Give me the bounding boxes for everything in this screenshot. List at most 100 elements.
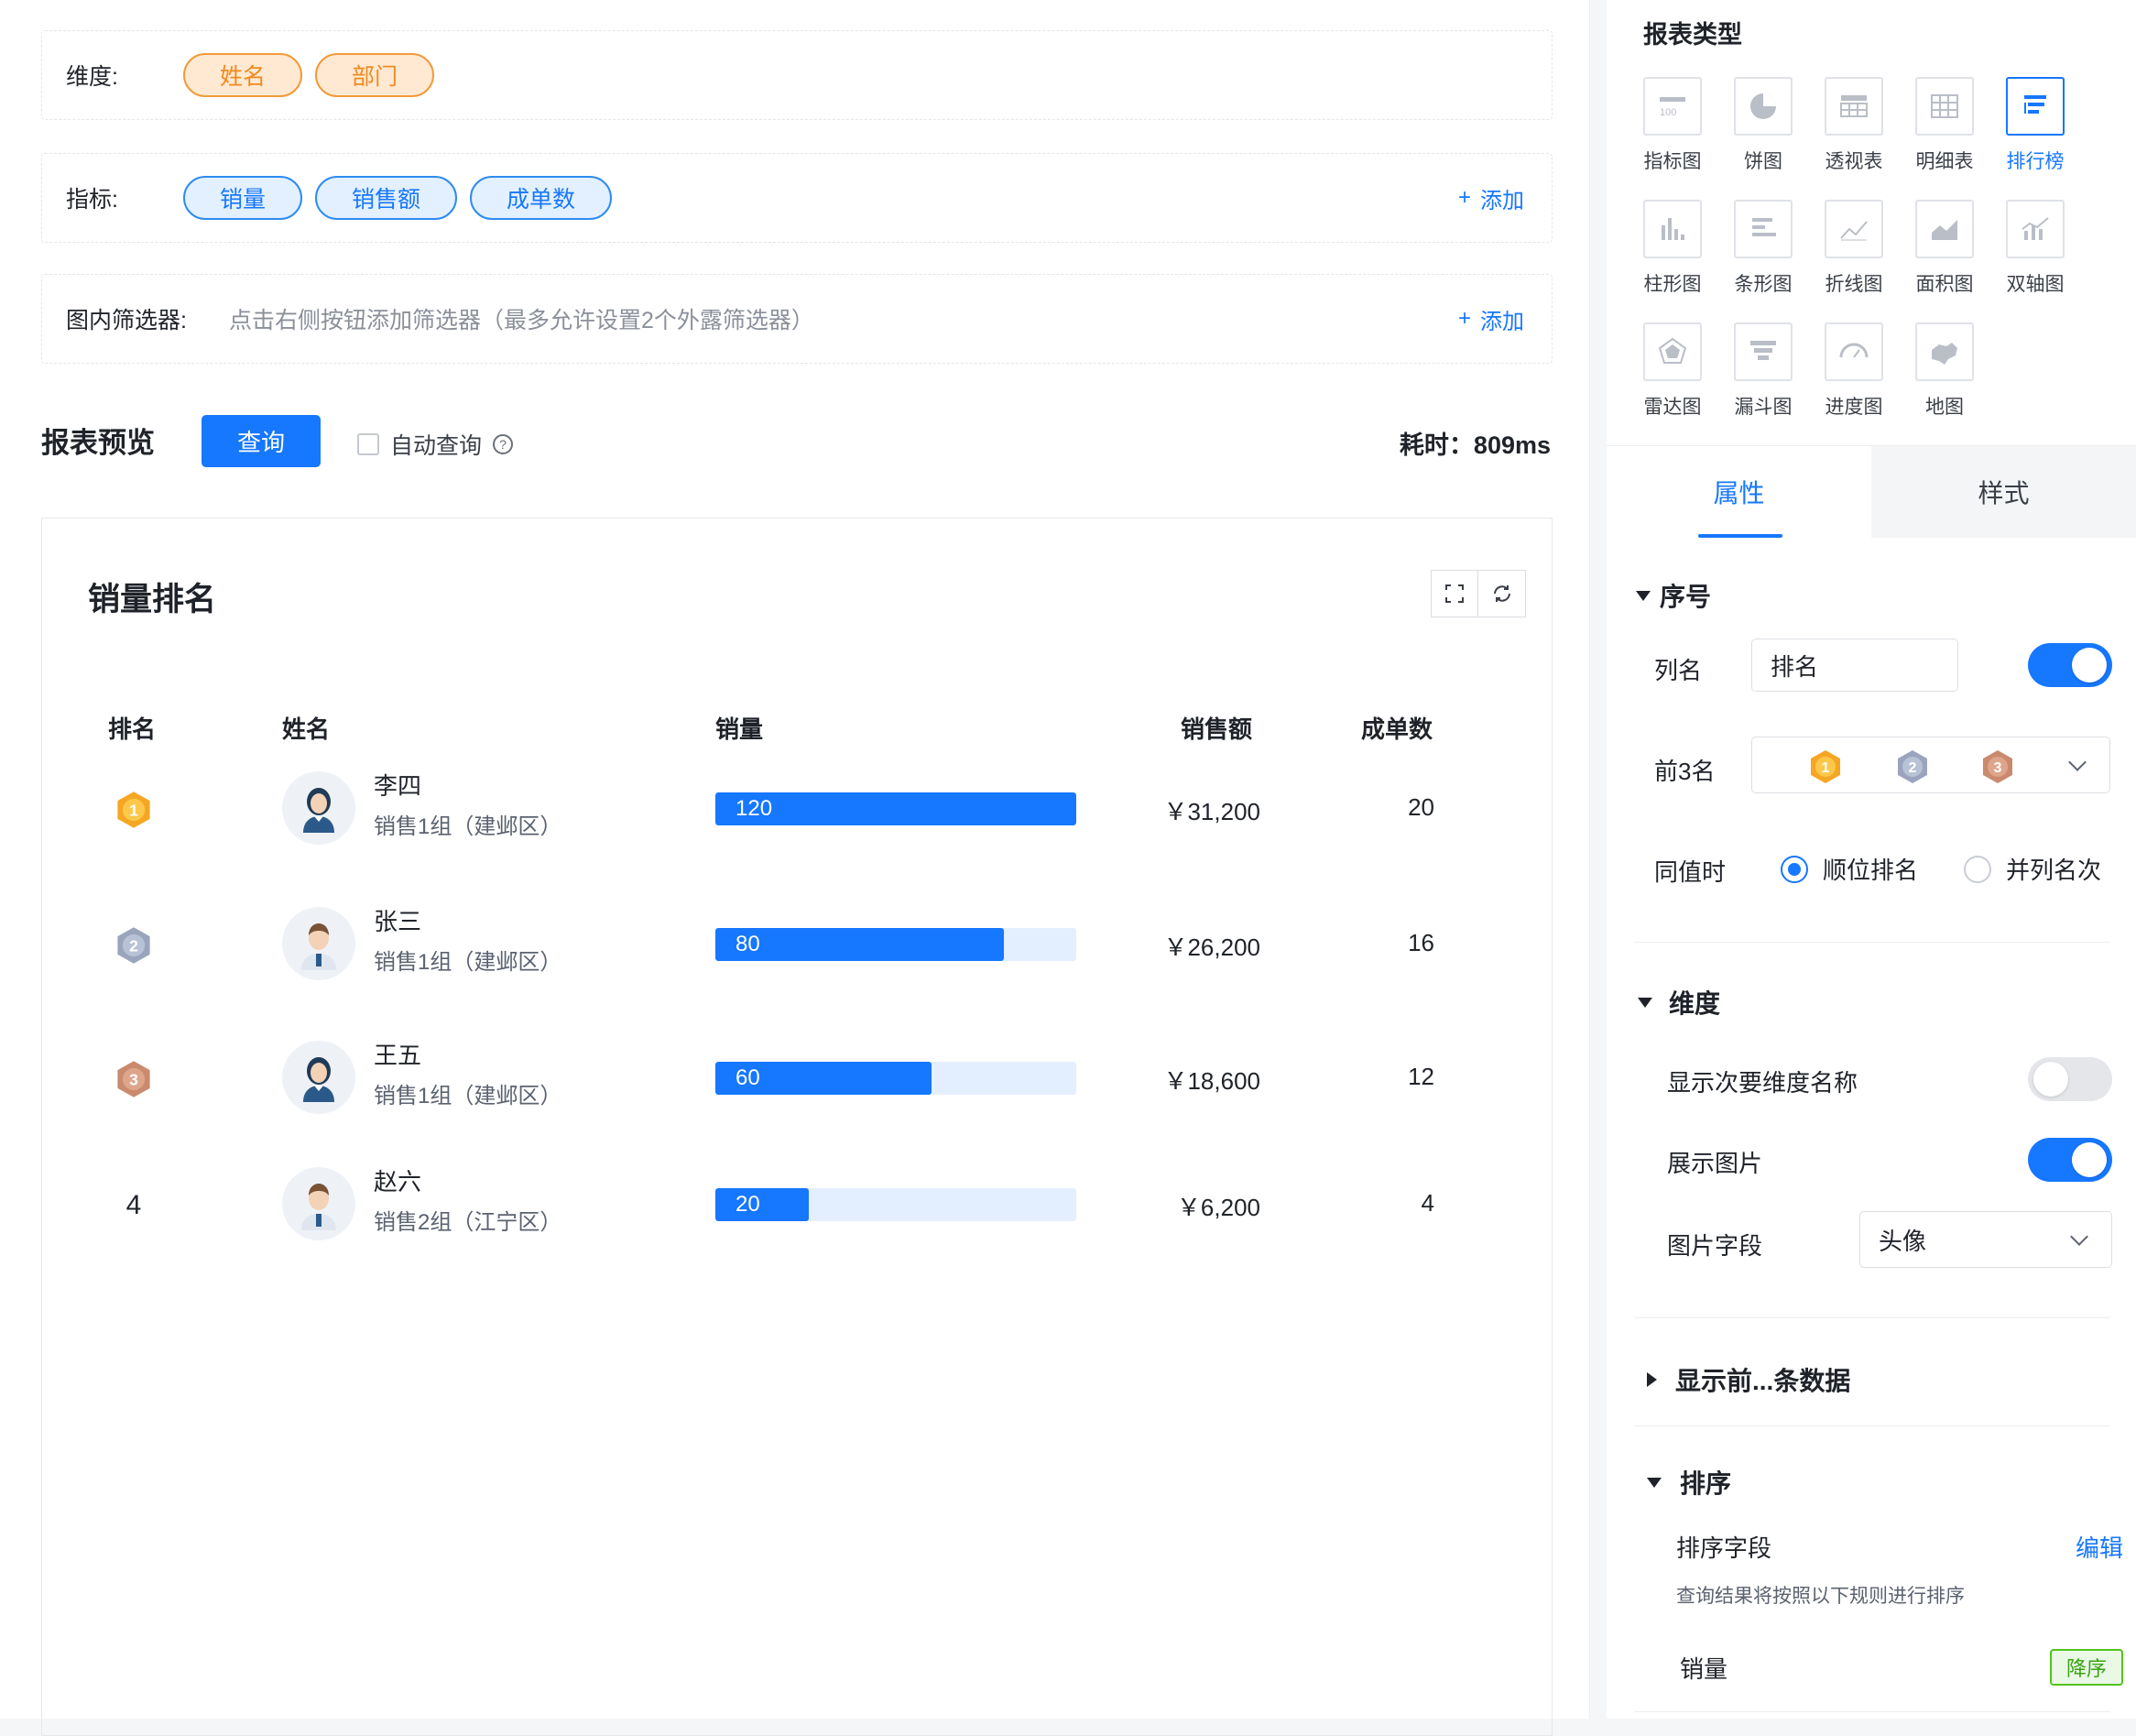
table-row: 3 王五 销售1组（建邺区） 60 ￥18,600 12 <box>42 1024 1553 1134</box>
bronze-medal-icon: 3 <box>1979 748 2016 792</box>
sales-value: 80 <box>736 932 760 956</box>
bar-chart-icon <box>1734 200 1793 258</box>
sales-bar-track: 20 <box>715 1188 1076 1221</box>
section-sort[interactable]: 排序 <box>1647 1464 1731 1501</box>
metrics-add-button[interactable]: + 添加 <box>1458 182 1524 214</box>
section-top-n[interactable]: 显示前...条数据 <box>1647 1361 1850 1398</box>
tie-option-parallel[interactable]: 并列名次 <box>1964 852 2101 886</box>
show-image-toggle[interactable] <box>2028 1138 2112 1182</box>
sort-description: 查询结果将按照以下规则进行排序 <box>1676 1586 1965 1607</box>
orders-value: 4 <box>1421 1189 1434 1217</box>
report-type-label: 排行榜 <box>2006 151 2065 172</box>
report-type-bar-chart[interactable]: 条形图 <box>1722 200 1804 297</box>
report-type-label: 折线图 <box>1825 274 1883 295</box>
auto-query-label: 自动查询 <box>390 433 483 459</box>
col-header-orders: 成单数 <box>1361 715 1433 743</box>
kpi-chart-icon: 100 <box>1643 77 1702 136</box>
top3-medal-select[interactable]: 1 2 3 <box>1751 737 2110 793</box>
pivot-table-icon <box>1825 77 1883 136</box>
auto-query-toggle[interactable]: 自动查询 ? <box>357 428 514 461</box>
metric-pill-sales[interactable]: 销量 <box>183 176 303 220</box>
report-type-map-chart[interactable]: 地图 <box>1903 322 1986 420</box>
section-dimension[interactable]: 维度 <box>1638 984 1720 1021</box>
rank-medal-icon: 2 <box>106 918 161 973</box>
amount-value: ￥18,600 <box>1163 1067 1260 1095</box>
sales-bar: 60 <box>715 1062 932 1095</box>
caret-down-icon <box>1638 997 1652 1008</box>
dimension-pill-name[interactable]: 姓名 <box>183 53 303 97</box>
tab-style[interactable]: 样式 <box>1871 446 2136 538</box>
filter-placeholder: 点击右侧按钮添加筛选器（最多允许设置2个外露筛选器） <box>229 308 814 333</box>
report-type-pivot-table[interactable]: 透视表 <box>1813 77 1895 174</box>
filter-add-button[interactable]: + 添加 <box>1458 303 1524 335</box>
silver-medal-icon: 2 <box>1894 748 1931 792</box>
image-field-label: 图片字段 <box>1667 1232 1763 1260</box>
show-secondary-toggle[interactable] <box>2028 1057 2112 1101</box>
report-type-detail-table[interactable]: 明细表 <box>1903 77 1986 174</box>
fullscreen-icon[interactable] <box>1431 570 1478 617</box>
report-type-label: 柱形图 <box>1643 274 1702 295</box>
auto-query-checkbox[interactable] <box>357 433 379 455</box>
sort-edit-link[interactable]: 编辑 <box>2076 1530 2123 1564</box>
report-title: 销量排名 <box>88 582 217 617</box>
col-name-input[interactable]: 排名 <box>1751 639 1958 692</box>
tie-option-sequential[interactable]: 顺位排名 <box>1781 852 1918 886</box>
map-chart-icon <box>1915 322 1974 381</box>
report-type-label: 饼图 <box>1744 151 1782 172</box>
table-row: 4 赵六 销售2组（江宁区） 20 ￥6,200 4 <box>42 1151 1553 1261</box>
report-type-pie-chart[interactable]: 饼图 <box>1722 77 1804 174</box>
report-type-label: 漏斗图 <box>1734 397 1793 418</box>
sales-value: 60 <box>736 1065 760 1090</box>
report-type-label: 指标图 <box>1643 151 1702 172</box>
report-type-column-chart[interactable]: 柱形图 <box>1631 200 1714 297</box>
sales-bar-track: 120 <box>715 792 1076 825</box>
report-type-kpi-chart[interactable]: 100 指标图 <box>1631 77 1714 174</box>
rank-medal-icon: 3 <box>106 1052 161 1107</box>
report-type-label: 条形图 <box>1734 274 1793 295</box>
report-type-dual-axis-chart[interactable]: 双轴图 <box>1994 200 2076 297</box>
col-name-toggle[interactable] <box>2028 643 2112 687</box>
help-icon[interactable]: ? <box>493 434 514 454</box>
orders-value: 20 <box>1408 793 1434 821</box>
person-dept: 销售1组（建邺区） <box>374 1084 562 1108</box>
rank-medal-icon: 1 <box>106 782 161 837</box>
col-header-sales: 销量 <box>715 715 764 743</box>
report-type-ranking[interactable]: 排行榜 <box>1994 77 2076 174</box>
image-field-select[interactable]: 头像 <box>1859 1211 2112 1268</box>
sales-bar: 20 <box>715 1188 810 1221</box>
detail-table-icon <box>1915 77 1974 136</box>
report-card: 销量排名 排名 姓名 销量 销售额 成单数 1 李四 销售1组（建邺区） 120… <box>41 518 1553 1736</box>
amount-value: ￥31,200 <box>1163 798 1260 825</box>
report-type-radar-chart[interactable]: 雷达图 <box>1631 322 1714 420</box>
metric-pill-amount[interactable]: 销售额 <box>315 176 458 220</box>
tie-label: 同值时 <box>1654 858 1727 886</box>
report-type-label: 双轴图 <box>2006 274 2065 295</box>
section-serial-title: 序号 <box>1660 583 1712 611</box>
report-type-area-chart[interactable]: 面积图 <box>1903 200 1986 297</box>
divider <box>1634 1425 2110 1426</box>
metric-pill-orders[interactable]: 成单数 <box>470 176 613 220</box>
refresh-icon[interactable] <box>1478 570 1526 617</box>
filter-add-label: 添加 <box>1480 309 1524 334</box>
col-header-rank: 排名 <box>108 715 157 743</box>
report-type-label: 雷达图 <box>1643 397 1702 418</box>
male-avatar-icon <box>282 1167 355 1240</box>
tab-attributes[interactable]: 属性 <box>1607 446 1871 538</box>
caret-down-icon <box>1636 590 1651 601</box>
sales-value: 120 <box>736 796 773 821</box>
sort-order-badge[interactable]: 降序 <box>2049 1649 2123 1686</box>
report-type-funnel-chart[interactable]: 漏斗图 <box>1722 322 1804 420</box>
section-dimension-title: 维度 <box>1669 989 1721 1018</box>
query-button[interactable]: 查询 <box>202 415 321 467</box>
report-type-label: 面积图 <box>1915 274 1974 295</box>
section-serial[interactable]: 序号 <box>1636 577 1711 614</box>
male-avatar-icon <box>282 907 355 980</box>
report-type-line-chart[interactable]: 折线图 <box>1813 200 1895 297</box>
svg-text:3: 3 <box>1994 760 2002 776</box>
dimension-pill-dept[interactable]: 部门 <box>315 53 435 97</box>
col-name-label: 列名 <box>1654 657 1703 684</box>
person-dept: 销售1组（建邺区） <box>374 950 562 975</box>
sort-field-label: 排序字段 <box>1676 1534 1772 1562</box>
config-panel: 报表类型 100 指标图 饼图 透视表 明细表 排行榜 柱形图 条形图 折线图 … <box>1607 0 2136 1719</box>
report-type-gauge-chart[interactable]: 进度图 <box>1813 322 1895 420</box>
